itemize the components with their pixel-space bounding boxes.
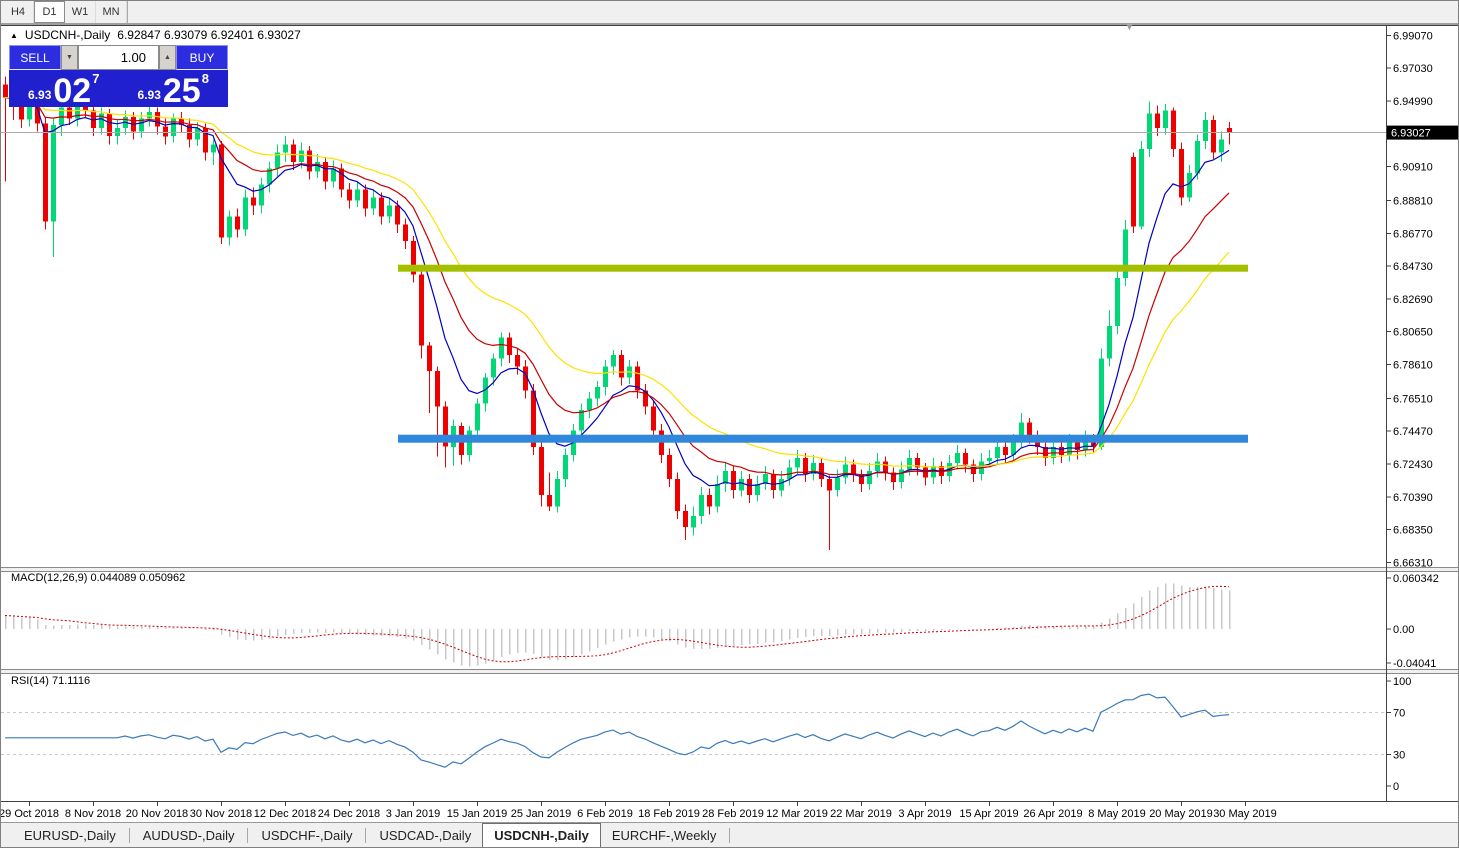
svg-text:6.76510: 6.76510 xyxy=(1393,393,1433,405)
tab-separator xyxy=(729,827,731,843)
symbol-collapse-icon[interactable]: ▲ xyxy=(10,31,18,40)
svg-text:-0.04041: -0.04041 xyxy=(1393,658,1436,670)
svg-text:6.88810: 6.88810 xyxy=(1393,195,1433,207)
rsi-indicator-label: RSI(14) 71.1116 xyxy=(11,675,91,687)
tab-audusd-daily[interactable]: AUDUSD-,Daily xyxy=(132,823,246,847)
tab-separator xyxy=(247,827,249,843)
buy-price-base: 6.93 xyxy=(137,88,161,102)
svg-text:8 May 2019: 8 May 2019 xyxy=(1088,808,1145,820)
volume-input[interactable] xyxy=(78,45,159,70)
svg-text:6.80650: 6.80650 xyxy=(1393,327,1433,339)
sell-price-display[interactable]: 6.93 02 7 xyxy=(9,70,119,110)
svg-text:18 Feb 2019: 18 Feb 2019 xyxy=(638,808,700,820)
svg-text:6.72430: 6.72430 xyxy=(1393,459,1433,471)
sell-price-pips: 02 xyxy=(53,71,92,110)
svg-text:8 Nov 2018: 8 Nov 2018 xyxy=(65,808,121,820)
sell-price-base: 6.93 xyxy=(28,88,52,102)
svg-text:6.86770: 6.86770 xyxy=(1393,228,1433,240)
svg-text:0: 0 xyxy=(1393,781,1399,793)
svg-text:6.84730: 6.84730 xyxy=(1393,261,1433,273)
buy-button[interactable]: BUY xyxy=(176,45,228,70)
tab-usdcad-daily[interactable]: USDCAD-,Daily xyxy=(368,823,482,847)
sell-button[interactable]: SELL xyxy=(9,45,61,70)
svg-text:24 Dec 2018: 24 Dec 2018 xyxy=(318,808,380,820)
chart-ohlc-quote: 6.92847 6.93079 6.92401 6.93027 xyxy=(117,28,301,42)
buy-price-point: 8 xyxy=(201,71,209,86)
spinner-up-icon: ▲ xyxy=(164,54,171,61)
svg-text:6.66310: 6.66310 xyxy=(1393,558,1433,570)
svg-text:3 Apr 2019: 3 Apr 2019 xyxy=(898,808,951,820)
toolbar-separator xyxy=(127,1,128,23)
svg-text:0.060342: 0.060342 xyxy=(1393,573,1439,585)
svg-text:6 Feb 2019: 6 Feb 2019 xyxy=(577,808,633,820)
svg-text:20 Nov 2018: 20 Nov 2018 xyxy=(126,808,188,820)
svg-text:0.00: 0.00 xyxy=(1393,624,1414,636)
buy-price-pips: 25 xyxy=(162,71,201,110)
timeframe-button-h4[interactable]: H4 xyxy=(3,1,34,23)
timeframe-button-w1[interactable]: W1 xyxy=(65,1,96,23)
svg-text:6.99070: 6.99070 xyxy=(1393,30,1433,42)
svg-text:15 Apr 2019: 15 Apr 2019 xyxy=(959,808,1018,820)
svg-text:29 Oct 2018: 29 Oct 2018 xyxy=(1,808,59,820)
chart-tab-bar: EURUSD-,Daily AUDUSD-,Daily USDCHF-,Dail… xyxy=(1,822,1458,847)
svg-text:28 Feb 2019: 28 Feb 2019 xyxy=(702,808,764,820)
svg-text:6.68350: 6.68350 xyxy=(1393,525,1433,537)
spinner-down-icon: ▼ xyxy=(66,54,73,61)
svg-text:25 Jan 2019: 25 Jan 2019 xyxy=(511,808,572,820)
svg-text:15 Jan 2019: 15 Jan 2019 xyxy=(447,808,508,820)
trading-terminal-window: 6.99070 6.97030 6.94990 6.90910 6.88810 6.867… xyxy=(0,0,1459,848)
tab-eurusd-daily[interactable]: EURUSD-,Daily xyxy=(13,823,127,847)
chart-header: ▲ USDCNH-,Daily 6.92847 6.93079 6.92401 … xyxy=(10,28,301,42)
tab-usdchf-daily[interactable]: USDCHF-,Daily xyxy=(250,823,363,847)
svg-text:30 May 2019: 30 May 2019 xyxy=(1213,808,1277,820)
tab-separator xyxy=(128,827,130,843)
svg-text:6.82690: 6.82690 xyxy=(1393,294,1433,306)
svg-text:6.97030: 6.97030 xyxy=(1393,63,1433,75)
macd-indicator-label: MACD(12,26,9) 0.044089 0.050962 xyxy=(11,572,186,584)
chart-symbol-title: USDCNH-,Daily xyxy=(24,28,111,42)
buy-price-display[interactable]: 6.93 25 8 xyxy=(119,70,229,110)
tab-separator xyxy=(365,827,367,843)
svg-text:20 May 2019: 20 May 2019 xyxy=(1149,808,1213,820)
sell-price-point: 7 xyxy=(92,71,100,86)
one-click-trading-panel: SELL ▼ ▲ BUY 6.93 02 7 6.93 25 8 xyxy=(9,45,229,110)
svg-text:6.93027: 6.93027 xyxy=(1391,128,1431,140)
svg-text:70: 70 xyxy=(1393,708,1405,720)
timeframe-button-mn[interactable]: MN xyxy=(96,1,127,23)
tab-usdcnh-daily[interactable]: USDCNH-,Daily xyxy=(482,823,601,847)
svg-text:12 Mar 2019: 12 Mar 2019 xyxy=(766,808,828,820)
volume-decrease-button[interactable]: ▼ xyxy=(61,45,78,70)
timeframe-button-d1[interactable]: D1 xyxy=(34,1,65,23)
tab-eurchf-weekly[interactable]: EURCHF-,Weekly xyxy=(601,823,728,847)
svg-text:30 Nov 2018: 30 Nov 2018 xyxy=(190,808,252,820)
svg-text:12 Dec 2018: 12 Dec 2018 xyxy=(254,808,316,820)
svg-text:3 Jan 2019: 3 Jan 2019 xyxy=(386,808,440,820)
svg-text:26 Apr 2019: 26 Apr 2019 xyxy=(1023,808,1082,820)
panel-collapse-icon[interactable]: ▼ xyxy=(1125,23,1134,32)
svg-text:30: 30 xyxy=(1393,750,1405,762)
svg-text:6.74470: 6.74470 xyxy=(1393,426,1433,438)
svg-text:22 Mar 2019: 22 Mar 2019 xyxy=(830,808,892,820)
volume-increase-button[interactable]: ▲ xyxy=(159,45,176,70)
svg-text:6.90910: 6.90910 xyxy=(1393,162,1433,174)
svg-text:100: 100 xyxy=(1393,676,1411,688)
svg-text:6.78610: 6.78610 xyxy=(1393,360,1433,372)
chart-canvas[interactable]: 6.99070 6.97030 6.94990 6.90910 6.88810 6.867… xyxy=(1,1,1459,848)
svg-text:6.94990: 6.94990 xyxy=(1393,96,1433,108)
svg-text:6.70390: 6.70390 xyxy=(1393,492,1433,504)
timeframe-toolbar: H4 D1 W1 MN xyxy=(1,1,1458,24)
